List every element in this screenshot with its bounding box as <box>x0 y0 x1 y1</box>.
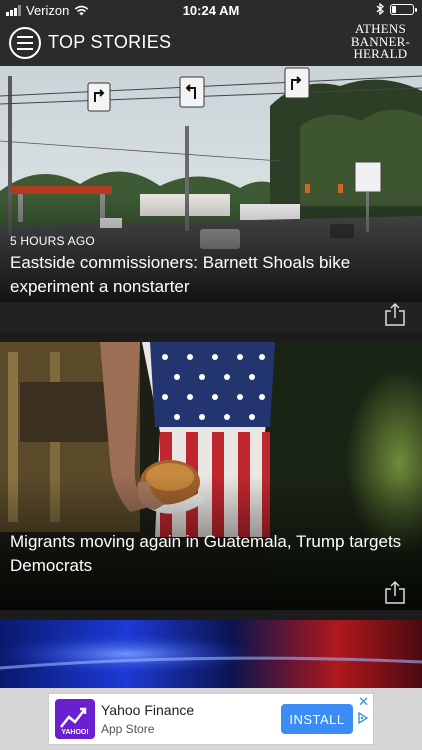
story-card[interactable]: 5 HOURS AGO Eastside commissioners: Barn… <box>0 66 422 332</box>
status-time: 10:24 AM <box>182 3 240 18</box>
install-button[interactable]: INSTALL <box>281 704 353 734</box>
ad-banner[interactable]: YAHOO! Yahoo Finance App Store INSTALL ✕ <box>48 693 374 745</box>
status-right <box>376 3 417 15</box>
logo-line: HERALD <box>353 46 408 61</box>
story-timestamp: 5 HOURS AGO <box>10 234 95 248</box>
story-photo-police-lights <box>0 620 422 688</box>
story-text[interactable]: Migrants moving again in Guatemala, Trum… <box>10 530 402 578</box>
menu-icon[interactable] <box>9 27 41 59</box>
share-icon[interactable] <box>384 580 406 604</box>
bluetooth-icon <box>376 3 384 15</box>
page-title: TOP STORIES <box>48 32 172 52</box>
story-headline[interactable]: Eastside commissioners: Barnett Shoals b… <box>10 251 402 299</box>
yahoo-finance-app-icon: YAHOO! <box>55 699 95 739</box>
battery-fill <box>392 5 396 13</box>
ad-brand-label: YAHOO! <box>61 729 89 736</box>
ad-app-name: Yahoo Finance <box>101 702 195 718</box>
athens-banner-herald-logo[interactable]: ATHENS BANNER- HERALD <box>351 22 410 61</box>
close-icon[interactable]: ✕ <box>358 695 369 708</box>
story-headline[interactable]: Migrants moving again in Guatemala, Trum… <box>10 530 402 578</box>
battery-icon <box>390 3 417 15</box>
story-card[interactable] <box>0 620 422 688</box>
story-text[interactable]: 5 HOURS AGO Eastside commissioners: Barn… <box>10 234 402 299</box>
status-bar: Verizon 10:24 AM <box>0 0 422 22</box>
ad-store-label: App Store <box>101 722 155 736</box>
ad-area: YAHOO! Yahoo Finance App Store INSTALL ✕ <box>0 688 422 750</box>
story-card[interactable]: Migrants moving again in Guatemala, Trum… <box>0 342 422 610</box>
adchoices-icon[interactable] <box>357 712 369 724</box>
app-header: TOP STORIES ATHENS BANNER- HERALD <box>0 22 422 66</box>
share-icon[interactable] <box>384 302 406 326</box>
